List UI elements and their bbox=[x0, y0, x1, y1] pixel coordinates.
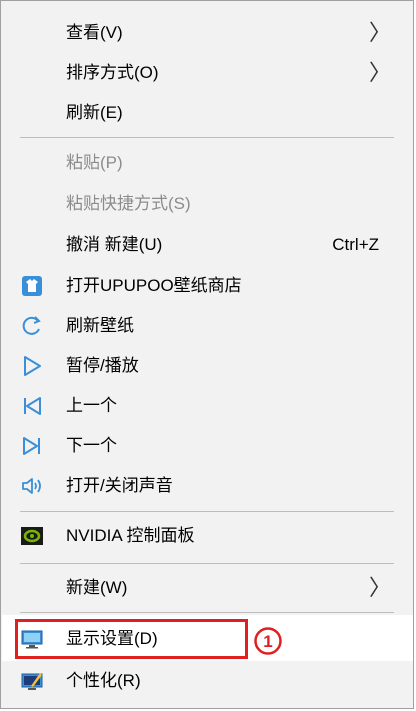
chevron-right-icon: 〉 bbox=[368, 20, 391, 45]
refresh-icon bbox=[22, 316, 41, 335]
menu-item-pause-play[interactable]: 暂停/播放 bbox=[2, 346, 413, 386]
desktop-context-menu: 查看(V) 〉 排序方式(O) 〉 刷新(E) 粘贴(P) 粘贴快捷方式(S) … bbox=[0, 0, 414, 709]
menu-item-next[interactable]: 下一个 bbox=[2, 426, 413, 466]
menu-item-sort-by[interactable]: 排序方式(O) 〉 bbox=[2, 53, 413, 93]
menu-separator bbox=[20, 511, 394, 512]
menu-item-label: 排序方式(O) bbox=[66, 63, 159, 82]
menu-item-label: 上一个 bbox=[66, 396, 117, 415]
menu-item-undo-new[interactable]: 撤消 新建(U) Ctrl+Z bbox=[2, 225, 413, 265]
menu-item-label: 刷新壁纸 bbox=[66, 316, 134, 335]
menu-item-label: 暂停/播放 bbox=[66, 356, 139, 375]
menu-item-paste-shortcut: 粘贴快捷方式(S) bbox=[2, 184, 413, 224]
menu-item-paste: 粘贴(P) bbox=[2, 143, 413, 183]
menu-item-label: 个性化(R) bbox=[66, 671, 141, 690]
annotation-callout-1: 1 bbox=[254, 627, 282, 655]
menu-item-label: 刷新(E) bbox=[66, 103, 123, 122]
previous-icon bbox=[24, 397, 41, 415]
menu-item-nvidia-control-panel[interactable]: NVIDIA 控制面板 bbox=[2, 516, 413, 556]
menu-item-label: 粘贴(P) bbox=[66, 153, 123, 172]
upupoo-store-icon bbox=[22, 276, 42, 296]
menu-item-open-upupoo-store[interactable]: 打开UPUPOO壁纸商店 bbox=[2, 266, 413, 306]
play-icon bbox=[24, 356, 41, 376]
menu-item-shortcut: Ctrl+Z bbox=[332, 235, 379, 254]
menu-item-personalize[interactable]: 个性化(R) bbox=[2, 661, 413, 701]
nvidia-icon bbox=[21, 527, 43, 545]
menu-item-new[interactable]: 新建(W) 〉 bbox=[2, 568, 413, 608]
menu-item-label: 查看(V) bbox=[66, 23, 123, 42]
speaker-icon bbox=[22, 478, 41, 494]
menu-item-label: 撤消 新建(U) bbox=[66, 235, 163, 254]
menu-item-label: 打开UPUPOO壁纸商店 bbox=[66, 276, 242, 295]
menu-item-previous[interactable]: 上一个 bbox=[2, 386, 413, 426]
next-icon bbox=[23, 437, 40, 455]
annotation-highlight-box bbox=[15, 619, 248, 659]
personalize-icon bbox=[21, 673, 43, 690]
callout-number: 1 bbox=[263, 632, 272, 651]
menu-item-refresh[interactable]: 刷新(E) bbox=[2, 93, 413, 133]
menu-item-view[interactable]: 查看(V) 〉 bbox=[2, 13, 413, 53]
menu-item-label: 新建(W) bbox=[66, 578, 128, 597]
menu-separator bbox=[20, 137, 394, 138]
menu-item-label: 打开/关闭声音 bbox=[66, 476, 173, 495]
menu-separator bbox=[20, 563, 394, 564]
menu-item-label: NVIDIA 控制面板 bbox=[66, 526, 195, 545]
menu-item-label: 下一个 bbox=[66, 436, 117, 455]
chevron-right-icon: 〉 bbox=[368, 60, 391, 85]
menu-item-refresh-wallpaper[interactable]: 刷新壁纸 bbox=[2, 306, 413, 346]
menu-item-label: 粘贴快捷方式(S) bbox=[66, 194, 191, 213]
menu-separator bbox=[20, 612, 394, 613]
chevron-right-icon: 〉 bbox=[368, 575, 391, 600]
menu-item-toggle-sound[interactable]: 打开/关闭声音 bbox=[2, 466, 413, 506]
